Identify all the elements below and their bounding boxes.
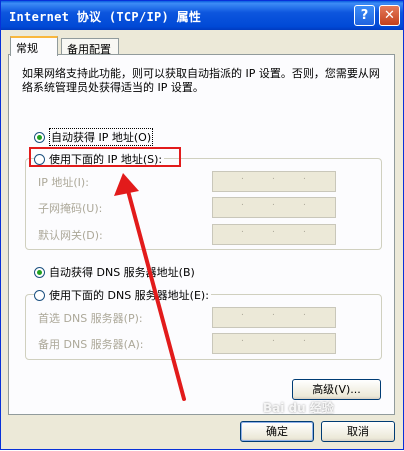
tab-general[interactable]: 常规 xyxy=(10,36,58,56)
watermark-text: Bai du 经验 xyxy=(263,401,334,415)
annotation-arrow-icon xyxy=(114,173,186,401)
tcpip-properties-dialog: Internet 协议 (TCP/IP) 属性 ? ✕ 常规 备用配置 如果网络… xyxy=(0,0,404,450)
